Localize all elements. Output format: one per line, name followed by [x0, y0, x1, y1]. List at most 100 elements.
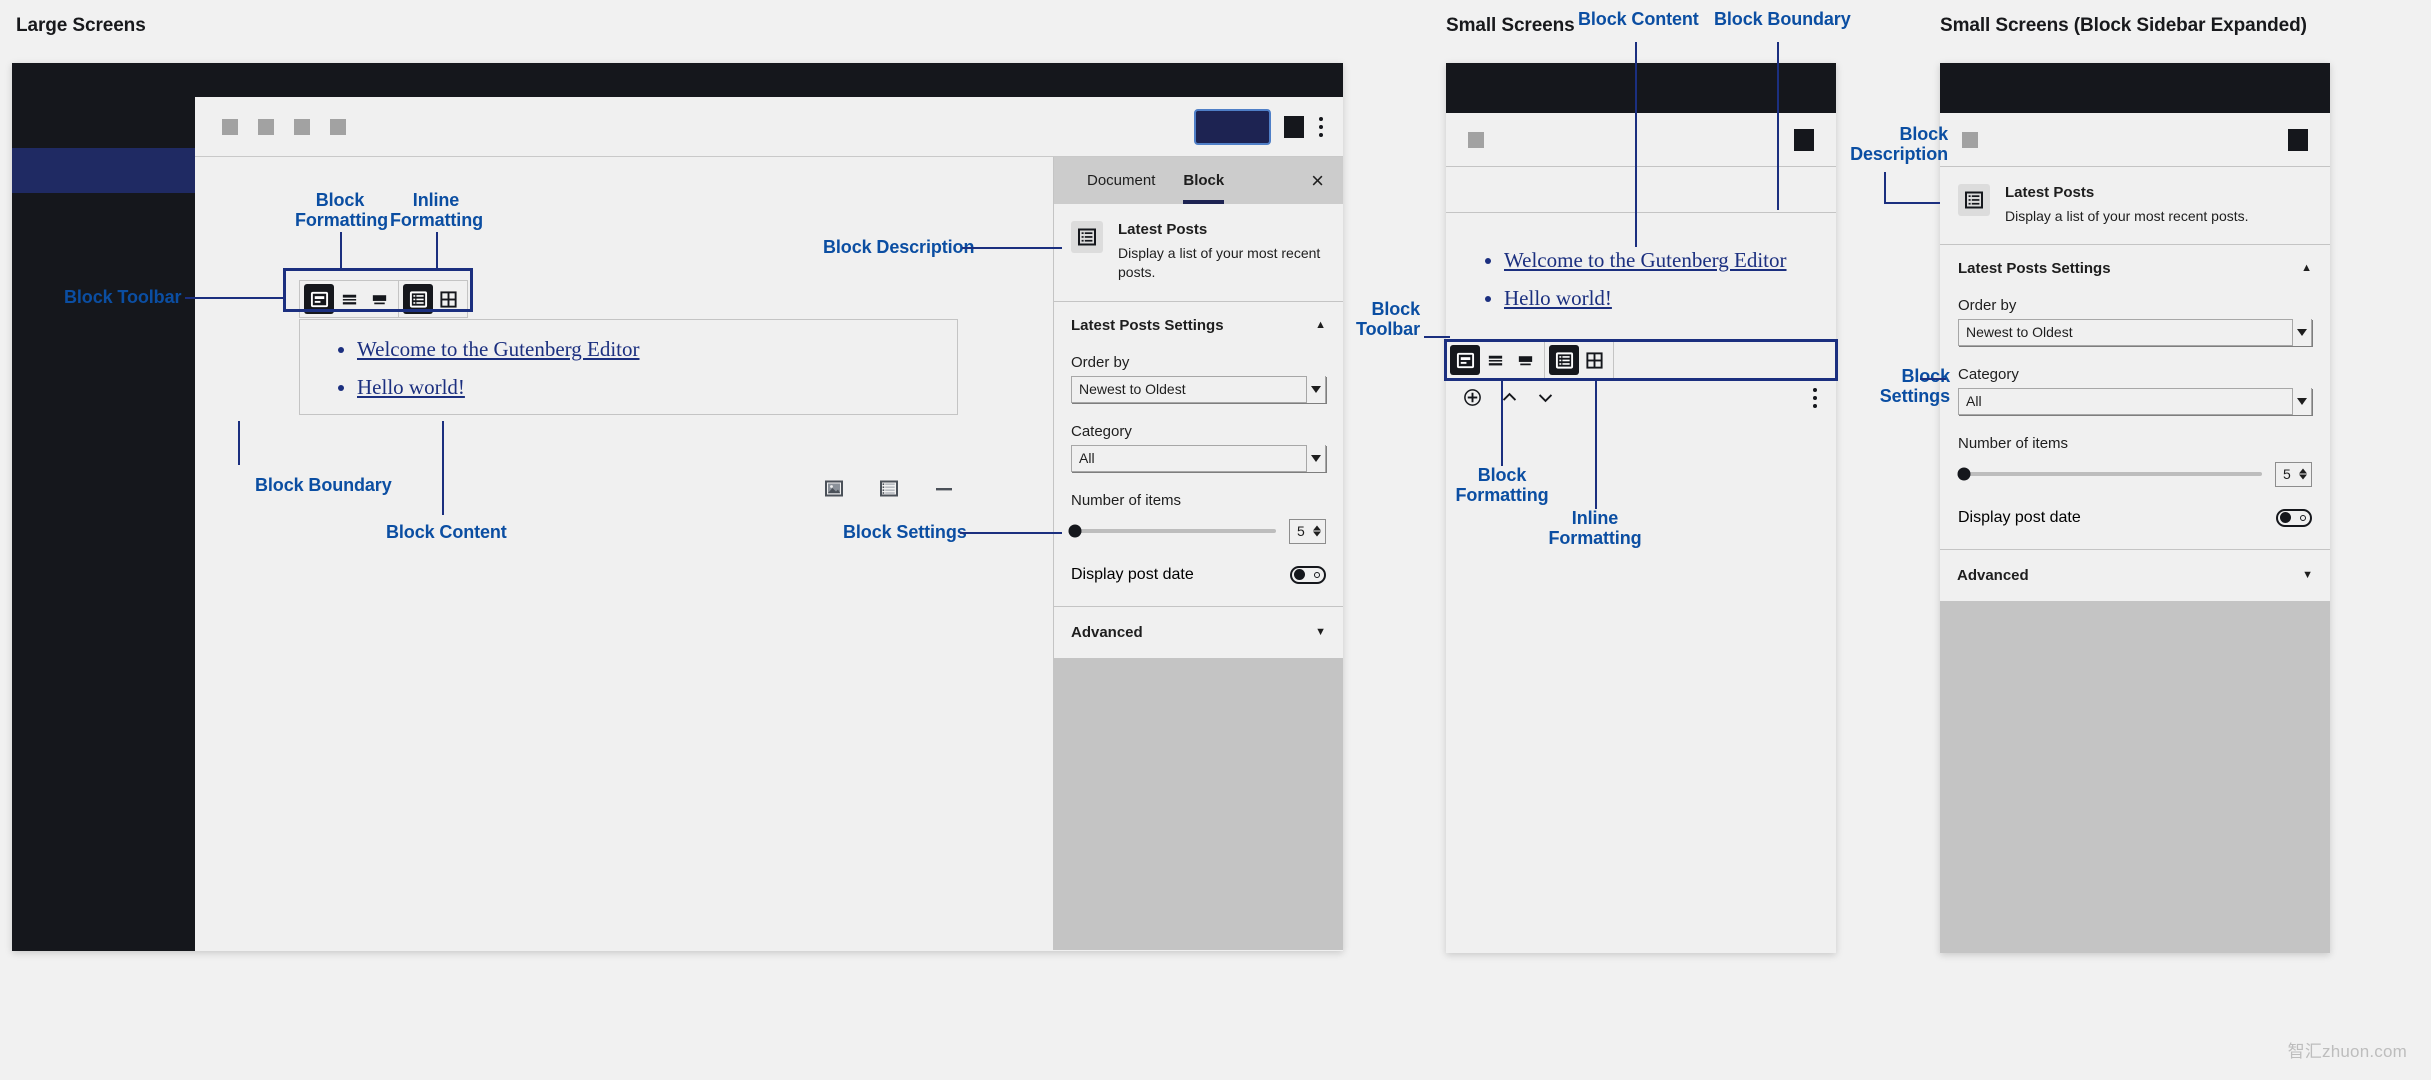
number-of-items-label: Number of items: [1071, 491, 1182, 509]
number-of-items-row: 5: [1068, 518, 1326, 544]
annotation-block-content-small: Block Content: [1578, 9, 1699, 29]
slider-handle[interactable]: [1957, 467, 1971, 481]
block-title: Latest Posts: [2005, 184, 2095, 201]
toolbar-placeholder-icon[interactable]: [294, 118, 310, 135]
editor-placeholder-icons: [825, 480, 953, 498]
order-by-value: Newest to Oldest: [1079, 381, 1186, 397]
caption-small-screens: Small Screens: [1446, 15, 1575, 36]
settings-gear-icon[interactable]: [2288, 128, 2308, 151]
display-post-date-label: Display post date: [1071, 565, 1194, 583]
publish-button[interactable]: [1194, 108, 1271, 145]
chevron-down-icon[interactable]: ▼: [1315, 626, 1326, 638]
block-description: Latest Posts Display a list of your most…: [1940, 167, 2330, 245]
toolbar-placeholder-icon[interactable]: [258, 118, 274, 135]
mobile-editor-content[interactable]: Welcome to the Gutenberg Editor Hello wo…: [1446, 213, 1836, 311]
number-of-items-label: Number of items: [1958, 434, 2069, 452]
annotation-block-description: Block Description: [823, 237, 975, 257]
mobile-sidebar-panel: Latest Posts Display a list of your most…: [1940, 63, 2330, 602]
mobile-block-actions-left: [1463, 388, 1554, 407]
quantity-stepper[interactable]: 5: [2275, 461, 2312, 487]
latest-posts-icon: [1071, 221, 1103, 253]
chevron-down-icon[interactable]: [2292, 318, 2311, 346]
admin-rail-active-item[interactable]: [12, 148, 195, 193]
separator-icon: [936, 488, 952, 491]
quantity-value: 5: [1297, 523, 1305, 539]
annotation-block-content: Block Content: [386, 522, 507, 542]
top-bar-left-tools: [222, 118, 346, 135]
leader-line: [238, 421, 240, 465]
move-up-icon: [1502, 392, 1517, 401]
watermark: 智汇zhuon.com: [2287, 1042, 2407, 1061]
display-post-date-row: Display post date: [1958, 508, 2312, 527]
order-by-select[interactable]: Newest to Oldest: [1958, 318, 2312, 346]
display-post-date-label: Display post date: [1958, 508, 2081, 526]
toolbar-placeholder-icon[interactable]: [1468, 131, 1484, 148]
stepper-arrows-icon[interactable]: [2299, 468, 2307, 480]
leader-line: [1884, 172, 1886, 204]
chevron-down-icon[interactable]: [2292, 387, 2311, 415]
tab-block[interactable]: Block: [1169, 157, 1238, 204]
toolbar-placeholder-icon[interactable]: [222, 118, 238, 135]
block-boundary[interactable]: Welcome to the Gutenberg Editor Hello wo…: [299, 319, 958, 415]
annotation-block-formatting-small: Block Formatting: [1455, 465, 1549, 506]
more-options-icon[interactable]: [1811, 386, 1819, 410]
settings-panel-header[interactable]: Latest Posts Settings ▲: [1958, 260, 2312, 277]
advanced-title: Advanced: [1071, 623, 1143, 641]
quantity-stepper[interactable]: 5: [1289, 518, 1326, 544]
leader-line: [436, 232, 438, 268]
annotation-block-toolbar: Block Toolbar: [64, 287, 182, 307]
annotation-inline-formatting-small: Inline Formatting: [1548, 508, 1642, 549]
settings-gear-icon[interactable]: [1284, 115, 1304, 138]
screenshot-stage: Large Screens Small Screens Small Screen…: [0, 0, 2431, 1080]
block-settings-sidebar: Document Block × Latest Posts Display a …: [1053, 157, 1343, 950]
chevron-down-icon[interactable]: [1306, 444, 1325, 472]
advanced-panel-header[interactable]: Advanced ▼: [1940, 550, 2330, 602]
block-description-text: Display a list of your most recent posts…: [1118, 245, 1321, 280]
caption-small-screens-expanded: Small Screens (Block Sidebar Expanded): [1940, 15, 2307, 36]
settings-panel-header[interactable]: Latest Posts Settings ▲: [1071, 317, 1326, 334]
toggle-off-icon: [1314, 571, 1320, 578]
list-item[interactable]: Welcome to the Gutenberg Editor: [357, 337, 957, 362]
mobile-status-bar: [1940, 63, 2330, 113]
annotation-block-settings-small: Block Settings: [1879, 366, 1950, 407]
small-screens-sidebar-expanded-mock: Latest Posts Display a list of your most…: [1940, 63, 2330, 953]
number-of-items-slider[interactable]: [1068, 524, 1276, 538]
display-post-date-toggle[interactable]: [1290, 565, 1326, 584]
display-post-date-toggle[interactable]: [2276, 508, 2312, 527]
category-select[interactable]: All: [1071, 444, 1326, 472]
chevron-up-icon[interactable]: ▲: [2301, 262, 2312, 274]
leader-line: [960, 532, 1062, 534]
list-item[interactable]: Hello world!: [1504, 286, 1836, 311]
stepper-arrows-icon[interactable]: [1313, 525, 1321, 537]
slider-handle[interactable]: [1068, 524, 1082, 538]
settings-panel-title: Latest Posts Settings: [1071, 316, 1224, 334]
tab-document[interactable]: Document: [1073, 157, 1169, 204]
settings-gear-icon[interactable]: [1794, 128, 1814, 151]
advanced-panel-header[interactable]: Advanced ▼: [1054, 607, 1343, 659]
block-content[interactable]: Welcome to the Gutenberg Editor Hello wo…: [1504, 248, 1836, 311]
advanced-title: Advanced: [1957, 566, 2029, 584]
move-down-icon: [1538, 394, 1553, 403]
toolbar-placeholder-icon[interactable]: [1962, 131, 1978, 148]
list-item[interactable]: Hello world!: [357, 375, 957, 400]
list-item[interactable]: Welcome to the Gutenberg Editor: [1504, 248, 1836, 273]
annotation-inline-formatting: Inline Formatting: [390, 190, 483, 231]
chevron-down-icon[interactable]: [1306, 375, 1325, 403]
highlight-block-toolbar-small: [1444, 339, 1838, 381]
leader-line: [1501, 381, 1503, 466]
block-content[interactable]: Welcome to the Gutenberg Editor Hello wo…: [357, 337, 957, 400]
close-icon[interactable]: ×: [1311, 169, 1324, 192]
category-select[interactable]: All: [1958, 387, 2312, 415]
category-label: Category: [1958, 365, 2019, 383]
number-of-items-row: 5: [1957, 461, 2312, 487]
number-of-items-slider[interactable]: [1957, 467, 2262, 481]
order-by-select[interactable]: Newest to Oldest: [1071, 375, 1326, 403]
chevron-down-icon[interactable]: ▼: [2302, 569, 2313, 581]
caption-large-screens: Large Screens: [16, 15, 146, 36]
block-title: Latest Posts: [1118, 221, 1208, 238]
leader-line: [442, 421, 444, 515]
leader-line: [1424, 336, 1450, 338]
toolbar-placeholder-icon[interactable]: [330, 118, 346, 135]
more-options-icon[interactable]: [1317, 115, 1325, 139]
annotation-block-formatting: Block Formatting: [295, 190, 388, 231]
